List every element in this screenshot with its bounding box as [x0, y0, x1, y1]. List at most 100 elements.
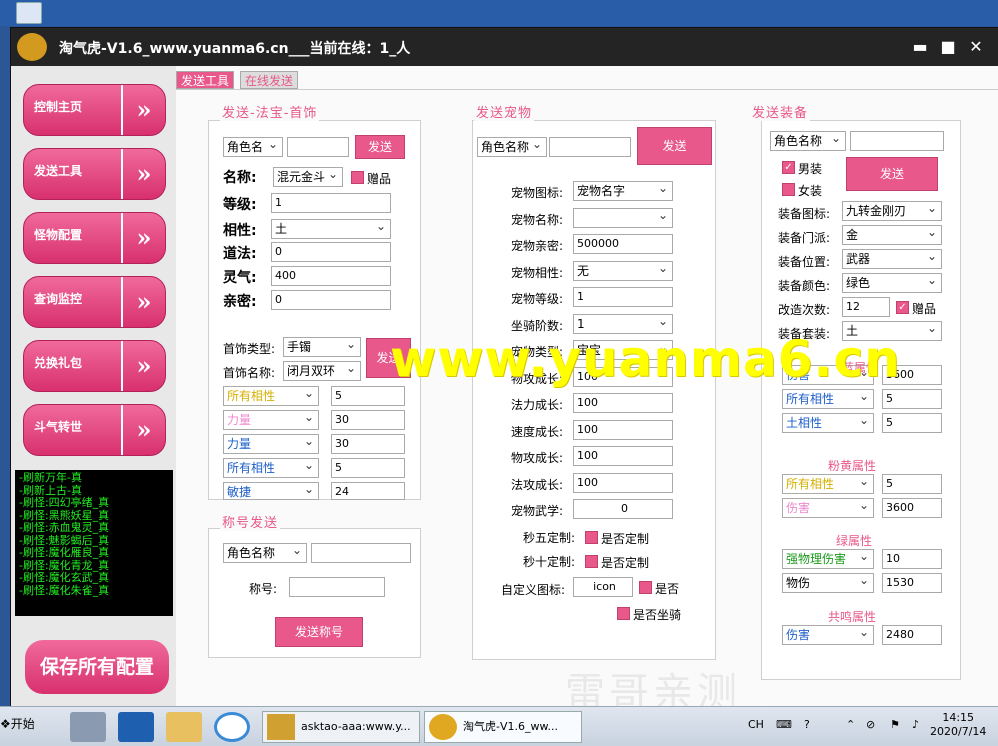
browser-icon[interactable] — [214, 712, 250, 742]
m10-checkbox[interactable] — [585, 555, 598, 568]
pink-attr-value[interactable]: 3600 — [882, 498, 942, 518]
attr-select[interactable]: 所有相性 — [223, 458, 319, 478]
attr-select[interactable]: 敏捷 — [223, 482, 319, 500]
role-input[interactable] — [287, 137, 349, 157]
pet-field-input[interactable]: 100 — [573, 393, 673, 413]
resonance-attr-select[interactable]: 伤害 — [782, 625, 874, 645]
send-pet-button[interactable]: 发送 — [637, 127, 712, 165]
blue-attr-select[interactable]: 所有相性 — [782, 389, 874, 409]
equip-gift-checkbox[interactable]: ✓ — [896, 301, 909, 314]
start-button[interactable]: ❖开始 — [0, 715, 35, 732]
explorer-icon[interactable] — [166, 712, 202, 742]
role-select[interactable]: 角色名称 — [770, 131, 846, 151]
nav-control-home[interactable]: 控制主页 » — [23, 84, 166, 136]
icon-input[interactable]: icon — [573, 577, 633, 597]
maximize-button[interactable]: ■ — [937, 36, 959, 58]
minimize-button[interactable]: ▬ — [909, 36, 931, 58]
volume-icon[interactable]: ♪ — [912, 718, 919, 731]
gift-checkbox[interactable] — [351, 171, 364, 184]
lingqi-input[interactable]: 400 — [271, 266, 391, 286]
m5-checkbox[interactable] — [585, 531, 598, 544]
equip-icon-select[interactable]: 九转金刚刃 — [842, 201, 942, 221]
nav-query-monitor[interactable]: 查询监控 » — [23, 276, 166, 328]
log-console[interactable]: -刷新万年-真 -刷新上古-真 -刷怪:四幻亭绪_真 -刷怪:黑熊妖星_真 -刷怪:赤血… — [15, 470, 173, 616]
female-checkbox[interactable] — [782, 183, 795, 196]
save-all-button[interactable]: 保存所有配置 — [25, 640, 169, 694]
nav-rebirth[interactable]: 斗气转世 » — [23, 404, 166, 456]
tray-expand-icon[interactable]: ⌃ — [846, 718, 855, 731]
name-select[interactable]: 混元金斗 — [273, 167, 343, 187]
green-attr-select[interactable]: 强物理伤害 — [782, 549, 874, 569]
pet-field-input[interactable]: 500000 — [573, 234, 673, 254]
pink-attr-select[interactable]: 所有相性 — [782, 474, 874, 494]
green-attr-value[interactable]: 1530 — [882, 573, 942, 593]
nav-monster-config[interactable]: 怪物配置 » — [23, 212, 166, 264]
close-button[interactable]: ✕ — [965, 36, 987, 58]
pet-field-input[interactable]: 100 — [573, 419, 673, 440]
role-select[interactable]: 角色名 — [223, 137, 283, 157]
attr-select[interactable]: 力量 — [223, 434, 319, 454]
pink-attr-select[interactable]: 伤害 — [782, 498, 874, 518]
attr-select[interactable]: 所有相性 — [223, 386, 319, 406]
equip-color-select[interactable]: 绿色 — [842, 273, 942, 293]
task-asktao[interactable]: asktao-aaa:www.y... — [262, 711, 420, 743]
pink-attr-value[interactable]: 5 — [882, 474, 942, 494]
role-select[interactable]: 角色名称 — [477, 137, 547, 157]
nav-send-tool[interactable]: 发送工具 » — [23, 148, 166, 200]
role-input[interactable] — [850, 131, 944, 151]
attr-value[interactable]: 30 — [331, 410, 405, 430]
pet-field-input[interactable]: 100 — [573, 472, 673, 493]
green-attr-value[interactable]: 10 — [882, 549, 942, 569]
attr-value[interactable]: 5 — [331, 458, 405, 478]
clock[interactable]: 14:15 2020/7/14 — [930, 711, 986, 739]
powershell-icon[interactable] — [118, 712, 154, 742]
network-icon[interactable]: ⊘ — [866, 718, 875, 731]
pet-field-select[interactable] — [573, 207, 673, 228]
green-attr-select[interactable]: 物伤 — [782, 573, 874, 593]
send-equip-button[interactable]: 发送 — [846, 157, 938, 191]
send-button[interactable]: 发送 — [355, 135, 405, 159]
daofa-input[interactable]: 0 — [271, 242, 391, 262]
pet-field-select[interactable]: 宠物名字 — [573, 181, 673, 201]
resonance-attr-value[interactable]: 2480 — [882, 625, 942, 645]
icon-yesno-checkbox[interactable] — [639, 581, 652, 594]
nav-redeem-gift[interactable]: 兑换礼包 » — [23, 340, 166, 392]
help-icon[interactable]: ? — [804, 718, 810, 731]
chenghao-input[interactable] — [289, 577, 385, 597]
pet-field-select[interactable]: 无 — [573, 260, 673, 281]
mount-checkbox[interactable] — [617, 607, 630, 620]
attr-value[interactable]: 5 — [331, 386, 405, 406]
keyboard-icon[interactable]: ⌨ — [776, 718, 792, 731]
task-taoqihu[interactable]: 淘气虎-V1.6_ww... — [424, 711, 582, 743]
equip-pos-select[interactable]: 武器 — [842, 249, 942, 269]
pet-field-input[interactable]: 0 — [573, 499, 673, 519]
pet-field-input[interactable]: 1 — [573, 287, 673, 307]
lingqi-label: 灵气: — [223, 270, 257, 286]
role-input[interactable] — [549, 137, 631, 157]
tab-online-send[interactable]: 在线发送 — [240, 71, 299, 89]
attr-value[interactable]: 30 — [331, 434, 405, 454]
attr-value[interactable]: 24 — [331, 482, 405, 500]
sp-name-select[interactable]: 闭月双环 — [283, 361, 361, 381]
send-title-button[interactable]: 发送称号 — [275, 617, 363, 647]
xiangxing-select[interactable]: 土 — [271, 219, 391, 239]
qinmi-input[interactable]: 0 — [271, 290, 391, 310]
role-input[interactable] — [311, 543, 411, 563]
blue-attr-select[interactable]: 土相性 — [782, 413, 874, 433]
role-select[interactable]: 角色名称 — [223, 543, 307, 563]
equip-school-select[interactable]: 金 — [842, 225, 942, 245]
ime-indicator[interactable]: CH — [748, 718, 764, 731]
gz-input[interactable]: 12 — [842, 297, 890, 317]
m10-custom-label: 是否定制 — [601, 556, 650, 570]
flag-icon[interactable]: ⚑ — [890, 718, 900, 731]
male-checkbox[interactable]: ✓ — [782, 161, 795, 174]
sp-type-select[interactable]: 手镯 — [283, 337, 361, 357]
recycle-bin-icon[interactable] — [16, 2, 42, 24]
attr-select[interactable]: 力量 — [223, 410, 319, 430]
tab-send-tool[interactable]: 发送工具 — [176, 71, 235, 89]
blue-attr-value[interactable]: 5 — [882, 413, 942, 433]
blue-attr-value[interactable]: 5 — [882, 389, 942, 409]
pet-field-input[interactable]: 100 — [573, 446, 673, 466]
server-manager-icon[interactable] — [70, 712, 106, 742]
level-input[interactable]: 1 — [271, 193, 391, 213]
